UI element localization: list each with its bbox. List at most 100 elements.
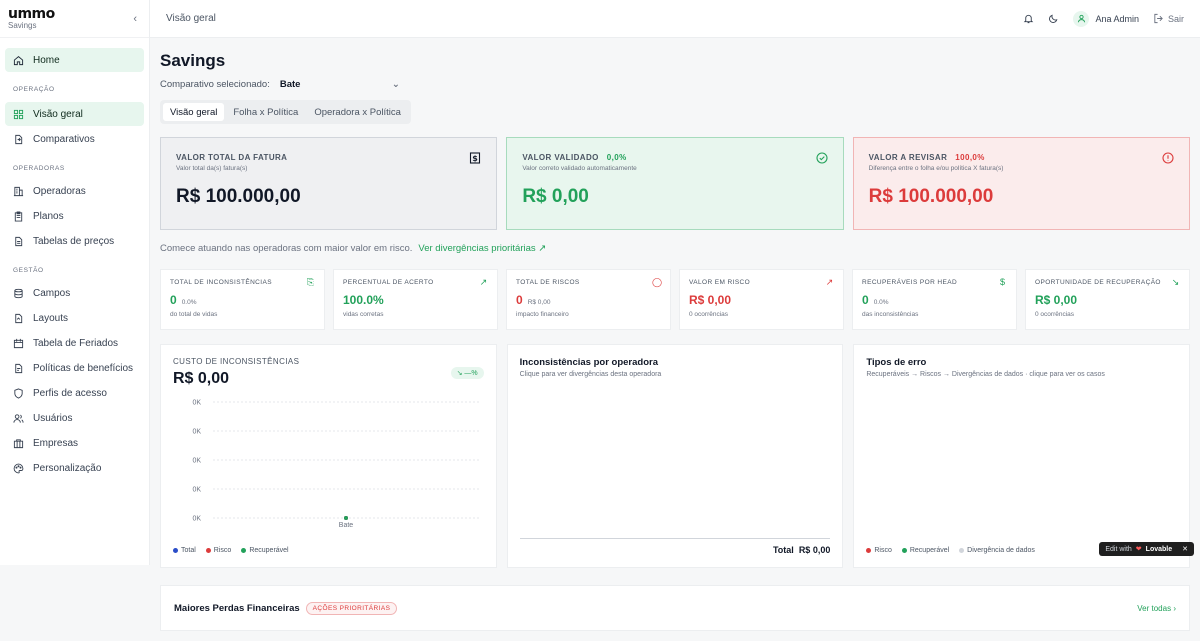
metric-caption: do total de vidas [170,311,218,318]
sidebar-item-home[interactable]: Home [5,48,144,72]
metric-label: TOTAL DE RISCOS [516,279,580,286]
y-tick-label: 0K [192,487,201,494]
metric-value-row: R$ 0,00 [689,293,834,307]
bell-icon[interactable] [1023,13,1034,24]
metric-value: R$ 0,00 [1035,293,1078,307]
sidebar-item-label: Layouts [33,312,69,324]
home-icon [13,55,24,65]
edit-with-lovable-badge[interactable]: Edit with ❤ Lovable ✕ [1099,542,1194,556]
clipboard-icon [14,210,23,222]
avatar [1073,10,1090,27]
metric-total-riscos[interactable]: TOTAL DE RISCOS 0 R$ 0,00 impacto finance… [506,269,671,330]
moon-icon[interactable] [1048,13,1059,24]
charts-row: CUSTO DE INCONSISTÊNCIAS R$ 0,00 ↘ —% 0K… [160,344,1191,568]
sidebar-item-perfis-de-acesso[interactable]: Perfis de acesso [5,381,144,405]
metric-percentual-acerto[interactable]: PERCENTUAL DE ACERTO 100.0% vidas corret… [333,269,498,330]
metric-caption: 0 ocorrências [689,311,729,318]
logout-icon [1154,13,1163,24]
legend-dot [901,547,907,553]
sidebar-item-empresas[interactable]: Empresas [5,431,144,455]
tab-operadora-x-politica[interactable]: Operadora x Política [307,103,408,121]
kpi-value: R$ 0,00 [522,186,589,207]
compare-selector-row: Comparativo selecionado: Bate ⌄ [160,77,1190,91]
metric-caption: das inconsistências [862,311,919,318]
alert-icon: ◯ [652,277,663,287]
sidebar-item-label: Tabela de Feriados [33,337,119,349]
legend-dot [959,547,965,553]
collapse-sidebar-icon[interactable]: ‹ [133,13,137,25]
legend-recuperavel[interactable]: Recuperável [241,547,289,554]
kpi-label-row: VALOR VALIDADO 0,0% [522,153,827,162]
legend-recuperavel[interactable]: Recuperável [901,547,949,554]
see-all-link[interactable]: Ver todas › [1137,604,1176,613]
kpi-value: R$ 100.000,00 [868,186,994,207]
kpi-valor-a-revisar[interactable]: VALOR A REVISAR 100,0% Diferença entre o … [852,137,1190,230]
error-types-card[interactable]: Tipos de erro Recuperáveis → Riscos → Di… [853,344,1191,568]
error-legend: Risco Recuperável Divergência de dados [866,547,1035,554]
kpi-valor-validado[interactable]: VALOR VALIDADO 0,0% Valor correto validad… [506,137,844,230]
sidebar-item-label: Home [33,54,60,66]
compare-select[interactable]: Bate ⌄ [280,79,400,90]
sidebar-item-personalizacao[interactable]: Personalização [5,456,144,480]
priority-divergences-link[interactable]: Ver divergências prioritárias ↗ [418,243,546,254]
operator-card[interactable]: Inconsistências por operadora Clique par… [506,344,844,568]
sidebar-item-label: Políticas de benefícios [33,362,134,374]
legend-label: Divergência de dados [967,547,1035,554]
y-tick-label: 0K [192,458,201,465]
sidebar-item-tabela-de-feriados[interactable]: Tabela de Feriados [5,331,144,355]
sidebar-item-label: Usuários [33,412,73,424]
sidebar-item-politicas-de-beneficios[interactable]: Políticas de benefícios [5,356,144,380]
metric-valor-em-risco[interactable]: VALOR EM RISCO R$ 0,00 0 ocorrências ↗ [679,269,844,330]
user-menu[interactable]: Ana Admin [1073,10,1139,27]
legend-label: Recuperável [249,547,289,554]
metric-value: 0 [516,293,523,307]
cost-card: CUSTO DE INCONSISTÊNCIAS R$ 0,00 ↘ —% 0K… [160,344,497,568]
close-icon[interactable]: ✕ [1182,545,1188,553]
sidebar-item-comparativos[interactable]: Comparativos [5,127,144,151]
sidebar-item-operadoras[interactable]: Operadoras [5,179,144,203]
metric-value: 0 [170,293,177,307]
document-icon [15,236,23,246]
data-point-recuperável[interactable] [344,516,348,520]
legend-risco[interactable]: Risco [866,547,892,554]
arrow-down-right-icon: ↘ [1171,277,1180,287]
users-icon [13,413,24,423]
svg-text:$: $ [473,154,479,163]
y-tick-label: 0K [192,429,201,436]
check-circle-icon [816,152,828,164]
legend-risco[interactable]: Risco [205,547,231,554]
x-tick-label: Bate [339,522,354,529]
sidebar-item-campos[interactable]: Campos [5,281,144,305]
logo-subtitle: Savings [8,21,37,30]
metric-oportunidade-recuperacao[interactable]: OPORTUNIDADE DE RECUPERAÇÃO R$ 0,00 0 oc… [1025,269,1190,330]
sidebar-item-layouts[interactable]: Layouts [5,306,144,330]
tab-folha-x-politica[interactable]: Folha x Política [226,103,305,121]
legend-label: Total [181,547,196,554]
lovable-heart-icon: ❤ [1135,546,1142,553]
sidebar-item-usuarios[interactable]: Usuários [5,406,144,430]
cost-line-chart[interactable]: 0K 0K 0K 0K 0K Bate [173,397,483,537]
kpi-row: VALOR TOTAL DA FATURA Valor total da(s) … [160,137,1190,230]
metric-caption: impacto financeiro [516,311,569,318]
briefcase-icon [13,438,24,448]
metric-total-inconsistencias[interactable]: TOTAL DE INCONSISTÊNCIAS 0 0.0% do total … [160,269,325,330]
card-title: Tipos de erro [866,357,927,368]
legend-total[interactable]: Total [173,547,196,554]
legend-divergencia[interactable]: Divergência de dados [959,547,1035,554]
metric-recuperaveis-por-head[interactable]: RECUPERÁVEIS POR HEAD 0 0.0% das inconsis… [852,269,1017,330]
sidebar-item-tabelas-de-precos[interactable]: Tabelas de preços [5,229,144,253]
section-label-operadoras: OPERADORAS [13,165,65,172]
tab-visao-geral[interactable]: Visão geral [163,103,225,121]
logout-button[interactable]: Sair [1153,13,1184,24]
card-subtitle: Clique para ver divergências desta opera… [519,371,662,378]
kpi-percent: 0,0% [606,153,627,162]
policy-icon [15,363,23,373]
legend-dot [205,547,211,553]
metric-value-row: 0 R$ 0,00 [516,293,661,307]
kpi-total-fatura[interactable]: VALOR TOTAL DA FATURA Valor total da(s) … [160,137,498,230]
card-title: Maiores Perdas Financeiras [174,602,300,614]
sidebar-item-planos[interactable]: Planos [5,204,144,228]
chevron-right-icon: › [1173,603,1176,613]
sidebar-item-visao-geral[interactable]: Visão geral [5,102,144,126]
metric-caption: 0 ocorrências [1035,311,1075,318]
